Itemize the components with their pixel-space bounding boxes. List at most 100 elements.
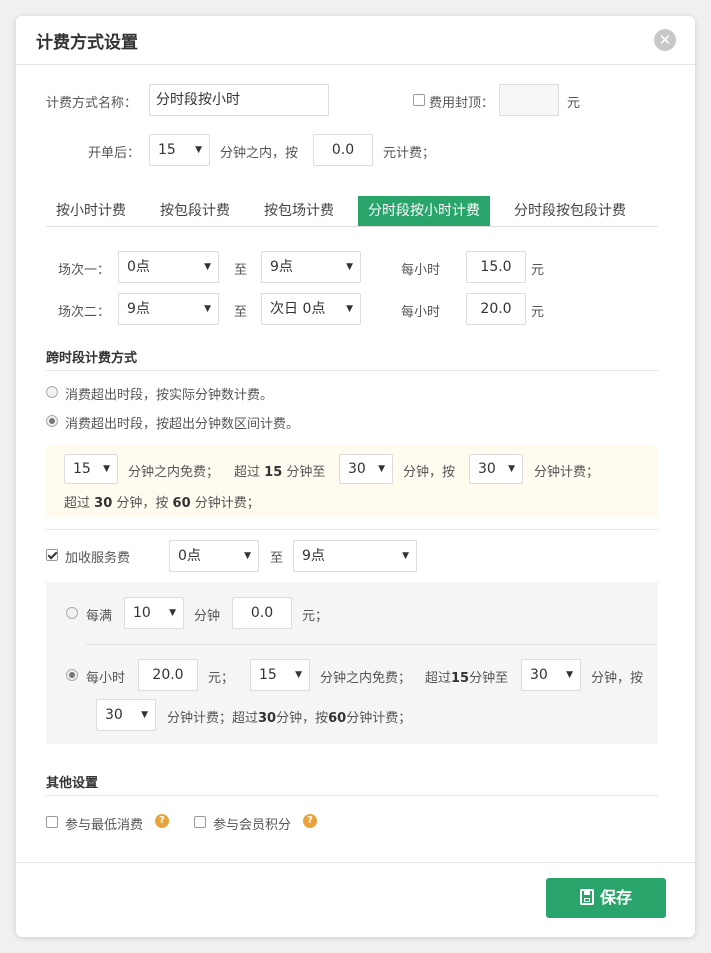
hourly-free-minutes-value: 15 xyxy=(259,667,277,683)
chevron-down-icon: ▼ xyxy=(103,464,110,474)
dialog-header: 计费方式设置 ✕ xyxy=(16,16,695,65)
hourly-charge-minutes-value: 30 xyxy=(105,707,123,723)
every-suffix: 元； xyxy=(302,609,329,624)
cross-line2-num1: 30 xyxy=(94,496,113,511)
fee-cap-checkbox[interactable] xyxy=(413,94,425,106)
cross-line2: 超过 30 分钟，按 60 分钟计费； xyxy=(64,492,260,511)
session1-to-value: 9点 xyxy=(270,259,293,275)
start-minutes-select[interactable]: 15 ▼ xyxy=(149,134,210,166)
session2-to-text: 至 xyxy=(234,305,248,320)
tab-package[interactable]: 按包段计费 xyxy=(150,196,240,226)
tab-hourly[interactable]: 按小时计费 xyxy=(46,196,136,226)
billing-name-label: 计费方式名称： xyxy=(46,96,138,111)
hourly-tail-mid: 分钟，按 xyxy=(276,711,329,726)
close-icon[interactable]: ✕ xyxy=(654,29,676,51)
cross-over-post: 分钟至 xyxy=(286,465,326,480)
session1-price-input[interactable]: 15.0 xyxy=(466,251,526,283)
session2-per-label: 每小时 xyxy=(401,305,441,320)
cross-option2-radio[interactable] xyxy=(46,415,58,427)
session1-to-select[interactable]: 9点 ▼ xyxy=(261,251,361,283)
fee-cap-unit: 元 xyxy=(567,96,581,111)
start-label: 开单后： xyxy=(88,146,141,161)
hourly-tail-num2: 60 xyxy=(328,711,347,726)
hourly-tail-text: 分钟计费；超过30分钟，按60分钟计费； xyxy=(167,707,411,726)
chevron-down-icon: ▼ xyxy=(508,464,515,474)
every-radio[interactable] xyxy=(66,607,78,619)
cross-option2-label: 消费超出时段，按超出分钟数区间计费。 xyxy=(65,417,300,432)
every-minutes-select[interactable]: 10 ▼ xyxy=(124,597,184,629)
cross-option1-radio[interactable] xyxy=(46,386,58,398)
every-price-input[interactable]: 0.0 xyxy=(232,597,292,629)
question-icon[interactable]: ? xyxy=(155,814,169,828)
hourly-tail-pre: 分钟计费；超过 xyxy=(167,711,259,726)
tab-time-slot-package[interactable]: 分时段按包段计费 xyxy=(504,196,636,226)
hourly-free-minutes-select[interactable]: 15 ▼ xyxy=(250,659,310,691)
chevron-down-icon: ▼ xyxy=(402,551,409,561)
fee-cap-input[interactable] xyxy=(499,84,559,116)
cross-section-heading: 跨时段计费方式 xyxy=(46,351,138,366)
chevron-down-icon: ▼ xyxy=(169,608,176,618)
hourly-price-input[interactable]: 20.0 xyxy=(138,659,198,691)
tab-whole-venue[interactable]: 按包场计费 xyxy=(254,196,344,226)
hourly-to-minutes-value: 30 xyxy=(530,667,548,683)
save-button[interactable]: 保存 xyxy=(546,878,666,918)
hourly-over-pre: 超过 xyxy=(425,671,452,686)
save-button-label: 保存 xyxy=(599,888,632,907)
service-fee-label: 加收服务费 xyxy=(65,551,131,566)
other-heading: 其他设置 xyxy=(46,776,99,791)
cross-over-text: 超过 15 分钟至 xyxy=(234,461,325,480)
hourly-over-post: 分钟至 xyxy=(469,671,509,686)
panel-divider xyxy=(86,644,656,645)
hourly-unit: 元； xyxy=(208,671,235,686)
session2-price-input[interactable]: 20.0 xyxy=(466,293,526,325)
session2-from-select[interactable]: 9点 ▼ xyxy=(118,293,219,325)
chevron-down-icon: ▼ xyxy=(204,304,211,314)
hourly-tail-post: 分钟计费； xyxy=(346,711,412,726)
question-icon[interactable]: ? xyxy=(303,814,317,828)
min-consume-label: 参与最低消费 xyxy=(65,818,144,833)
session2-label: 场次二： xyxy=(58,305,111,320)
section-divider xyxy=(46,370,658,371)
cross-line2-mid: 分钟，按 xyxy=(116,496,169,511)
hourly-charge-minutes-select[interactable]: 30 ▼ xyxy=(96,699,156,731)
service-fee-to-select[interactable]: 9点 ▼ xyxy=(293,540,417,572)
dialog-title: 计费方式设置 xyxy=(36,33,138,53)
session1-from-value: 0点 xyxy=(127,259,150,275)
chevron-down-icon: ▼ xyxy=(244,551,251,561)
cross-free-minutes-select[interactable]: 15 ▼ xyxy=(64,454,118,484)
service-fee-checkbox[interactable] xyxy=(46,549,58,561)
cross-line2-num2: 60 xyxy=(172,496,191,511)
service-fee-from-select[interactable]: 0点 ▼ xyxy=(169,540,259,572)
chevron-down-icon: ▼ xyxy=(378,464,385,474)
hourly-by-text: 分钟，按 xyxy=(591,671,644,686)
hourly-over-num: 15 xyxy=(451,671,470,686)
chevron-down-icon: ▼ xyxy=(566,670,573,680)
cross-over-num: 15 xyxy=(264,465,283,480)
cross-line2-pre: 超过 xyxy=(64,496,91,511)
session2-from-value: 9点 xyxy=(127,301,150,317)
cross-to-minutes-value: 30 xyxy=(348,461,366,477)
session2-to-select[interactable]: 次日 0点 ▼ xyxy=(261,293,361,325)
chevron-down-icon: ▼ xyxy=(346,304,353,314)
cross-free-text: 分钟之内免费； xyxy=(128,465,220,480)
hourly-radio[interactable] xyxy=(66,669,78,681)
hourly-free-text: 分钟之内免费； xyxy=(320,671,412,686)
cross-to-minutes-select[interactable]: 30 ▼ xyxy=(339,454,393,484)
billing-name-input[interactable]: 分时段按小时 xyxy=(149,84,329,116)
session1-label: 场次一： xyxy=(58,263,111,278)
floppy-disk-icon xyxy=(579,889,594,905)
cross-charge-minutes-select[interactable]: 30 ▼ xyxy=(469,454,523,484)
chevron-down-icon: ▼ xyxy=(195,145,202,155)
tab-time-slot-hourly[interactable]: 分时段按小时计费 xyxy=(358,196,490,226)
hourly-tail-num1: 30 xyxy=(258,711,277,726)
session1-from-select[interactable]: 0点 ▼ xyxy=(118,251,219,283)
hourly-over-text: 超过15分钟至 xyxy=(425,667,508,686)
start-mid-text: 分钟之内，按 xyxy=(220,146,299,161)
min-consume-checkbox[interactable] xyxy=(46,816,58,828)
start-price-input[interactable]: 0.0 xyxy=(313,134,373,166)
chevron-down-icon: ▼ xyxy=(204,262,211,272)
member-points-checkbox[interactable] xyxy=(194,816,206,828)
hourly-to-minutes-select[interactable]: 30 ▼ xyxy=(521,659,581,691)
chevron-down-icon: ▼ xyxy=(141,710,148,720)
service-fee-from-value: 0点 xyxy=(178,548,201,564)
